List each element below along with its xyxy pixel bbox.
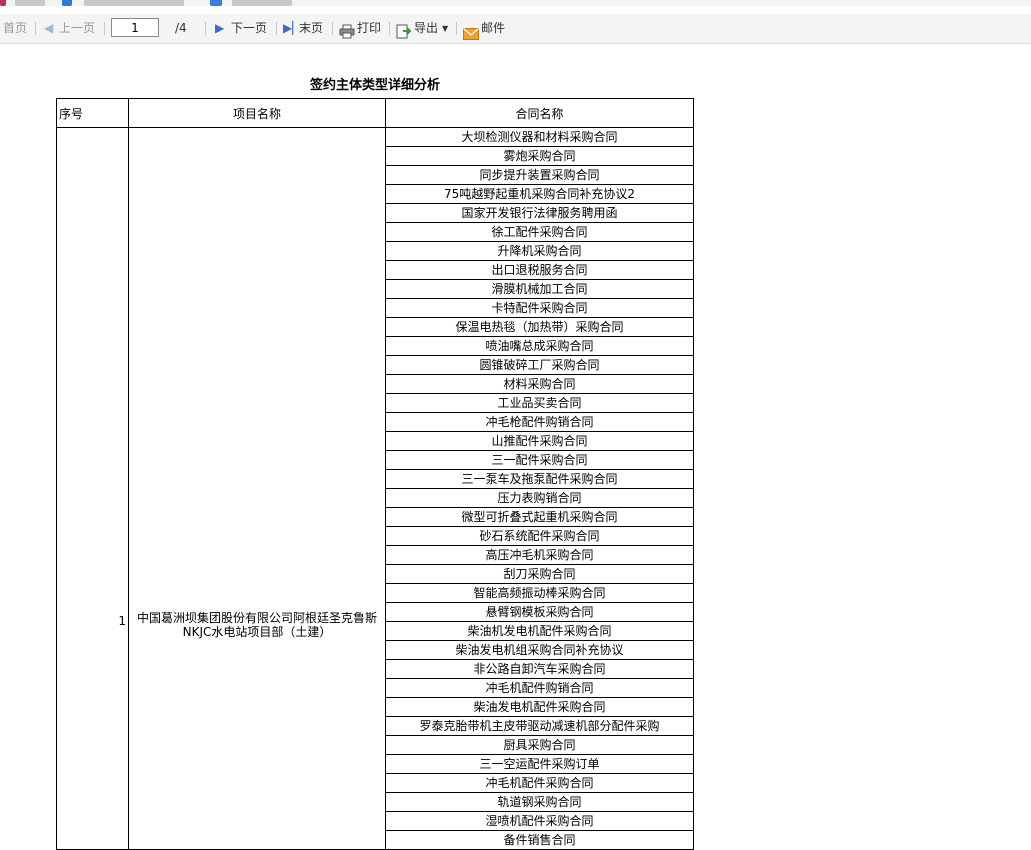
- table-body: 1 中国葛洲坝集团股份有限公司阿根廷圣克鲁斯NKJC水电站项目部（土建） 大坝检测仪…: [56, 127, 694, 850]
- bookmark-item-2[interactable]: [84, 0, 184, 6]
- printer-icon: [339, 21, 355, 39]
- contract-name-cell: 柴油机发电机配件采购合同: [385, 621, 694, 641]
- bookmark-bar: [0, 0, 1031, 6]
- contract-name-cell: 压力表购销合同: [385, 488, 694, 508]
- contract-name-cell: 卡特配件采购合同: [385, 298, 694, 318]
- page-number-input[interactable]: [111, 18, 159, 37]
- contract-name-cell: 刮刀采购合同: [385, 564, 694, 584]
- contract-name-cell: 三一空运配件采购订单: [385, 754, 694, 774]
- contract-name-cell: 大坝检测仪器和材料采购合同: [385, 127, 694, 147]
- toolbar-divider: [205, 22, 206, 35]
- caret-down-icon[interactable]: ▼: [442, 14, 448, 43]
- seq-cell: 1: [56, 127, 129, 850]
- contract-name-cell: 砂石系统配件采购合同: [385, 526, 694, 546]
- contract-name-cell: 微型可折叠式起重机采购合同: [385, 507, 694, 527]
- contract-name-cell: 徐工配件采购合同: [385, 222, 694, 242]
- mail-button[interactable]: 邮件: [481, 14, 505, 43]
- toolbar-divider: [389, 22, 390, 35]
- project-name-cell: 中国葛洲坝集团股份有限公司阿根廷圣克鲁斯NKJC水电站项目部（土建）: [128, 127, 386, 850]
- contract-name-cell: 轨道钢采购合同: [385, 792, 694, 812]
- next-page-button[interactable]: 下一页: [231, 14, 267, 43]
- contract-name-cell: 圆锥破碎工厂采购合同: [385, 355, 694, 375]
- column-header-project: 项目名称: [128, 98, 386, 128]
- column-header-contract: 合同名称: [385, 98, 694, 128]
- contract-name-cell: 同步提升装置采购合同: [385, 165, 694, 185]
- report-table: 序号 项目名称 合同名称 1 中国葛洲坝集团股份有限公司阿根廷圣克鲁斯NKJC水电…: [56, 98, 694, 850]
- contract-name-cell: 材料采购合同: [385, 374, 694, 394]
- print-button[interactable]: 打印: [357, 14, 381, 43]
- contract-name-cell: 非公路自卸汽车采购合同: [385, 659, 694, 679]
- contract-name-cell: 滑膜机械加工合同: [385, 279, 694, 299]
- contract-name-cell: 冲毛机配件采购合同: [385, 773, 694, 793]
- toolbar-divider: [276, 22, 277, 35]
- bookmark-favicon-1[interactable]: [0, 0, 6, 6]
- contract-name-cell: 雾炮采购合同: [385, 146, 694, 166]
- export-button[interactable]: 导出: [414, 14, 438, 43]
- next-arrow-icon: ▶: [215, 21, 225, 35]
- bookmark-item-1[interactable]: [15, 0, 45, 6]
- export-icon: [396, 21, 412, 39]
- toolbar-divider: [332, 22, 333, 35]
- contract-name-cell: 冲毛枪配件购销合同: [385, 412, 694, 432]
- contract-name-cell: 国家开发银行法律服务聘用函: [385, 203, 694, 223]
- bookmark-item-3[interactable]: [232, 0, 292, 6]
- contract-name-cell: 冲毛机配件购销合同: [385, 678, 694, 698]
- contract-name-cell: 厨具采购合同: [385, 735, 694, 755]
- contract-name-cell: 罗泰克胎带机主皮带驱动减速机部分配件采购: [385, 716, 694, 736]
- column-header-seq: 序号: [56, 98, 129, 128]
- toolbar-divider: [35, 22, 36, 35]
- table-row: 1 中国葛洲坝集团股份有限公司阿根廷圣克鲁斯NKJC水电站项目部（土建） 大坝检测仪…: [56, 127, 694, 850]
- contract-name-cell: 工业品买卖合同: [385, 393, 694, 413]
- last-page-button[interactable]: 末页: [299, 14, 323, 43]
- toolbar-divider: [456, 22, 457, 35]
- project-name: 中国葛洲坝集团股份有限公司阿根廷圣克鲁斯NKJC水电站项目部（土建）: [136, 611, 377, 639]
- contract-name-cell: 柴油发电机配件采购合同: [385, 697, 694, 717]
- table-header-row: 序号 项目名称 合同名称: [56, 98, 694, 128]
- contract-name-cell: 三一配件采购合同: [385, 450, 694, 470]
- contract-name-cell: 75吨越野起重机采购合同补充协议2: [385, 184, 694, 204]
- page-total-label: /4: [175, 21, 187, 35]
- contract-name-cell: 悬臂钢模板采购合同: [385, 602, 694, 622]
- toolbar-divider: [104, 22, 105, 35]
- contract-name-cell: 三一泵车及拖泵配件采购合同: [385, 469, 694, 489]
- contract-name-cell: 山推配件采购合同: [385, 431, 694, 451]
- contract-name-cell: 湿喷机配件采购合同: [385, 811, 694, 831]
- report-toolbar: 首页 ◀ 上一页 /4 ▶ 下一页 ▶▏ 末页 打印 导出 ▼ 邮件: [0, 14, 1031, 44]
- envelope-icon: [463, 22, 479, 40]
- contract-name-cell: 高压冲毛机采购合同: [385, 545, 694, 565]
- contract-name-cell: 保温电热毯（加热带）采购合同: [385, 317, 694, 337]
- prev-page-button[interactable]: 上一页: [59, 14, 95, 43]
- bookmark-favicon-3[interactable]: [210, 0, 222, 6]
- bookmark-favicon-2[interactable]: [62, 0, 72, 6]
- report-title: 签约主体类型详细分析: [309, 78, 440, 93]
- seq-value: 1: [118, 614, 126, 628]
- contract-name-cell: 柴油发电机组采购合同补充协议: [385, 640, 694, 660]
- contract-name-cell: 出口退税服务合同: [385, 260, 694, 280]
- first-page-button[interactable]: 首页: [3, 14, 27, 43]
- contract-name-cell: 升降机采购合同: [385, 241, 694, 261]
- contract-name-cell: 喷油嘴总成采购合同: [385, 336, 694, 356]
- contract-name-cell: 智能高频振动棒采购合同: [385, 583, 694, 603]
- contract-name-cell: 备件销售合同: [385, 830, 694, 850]
- prev-arrow-icon: ◀: [44, 21, 54, 35]
